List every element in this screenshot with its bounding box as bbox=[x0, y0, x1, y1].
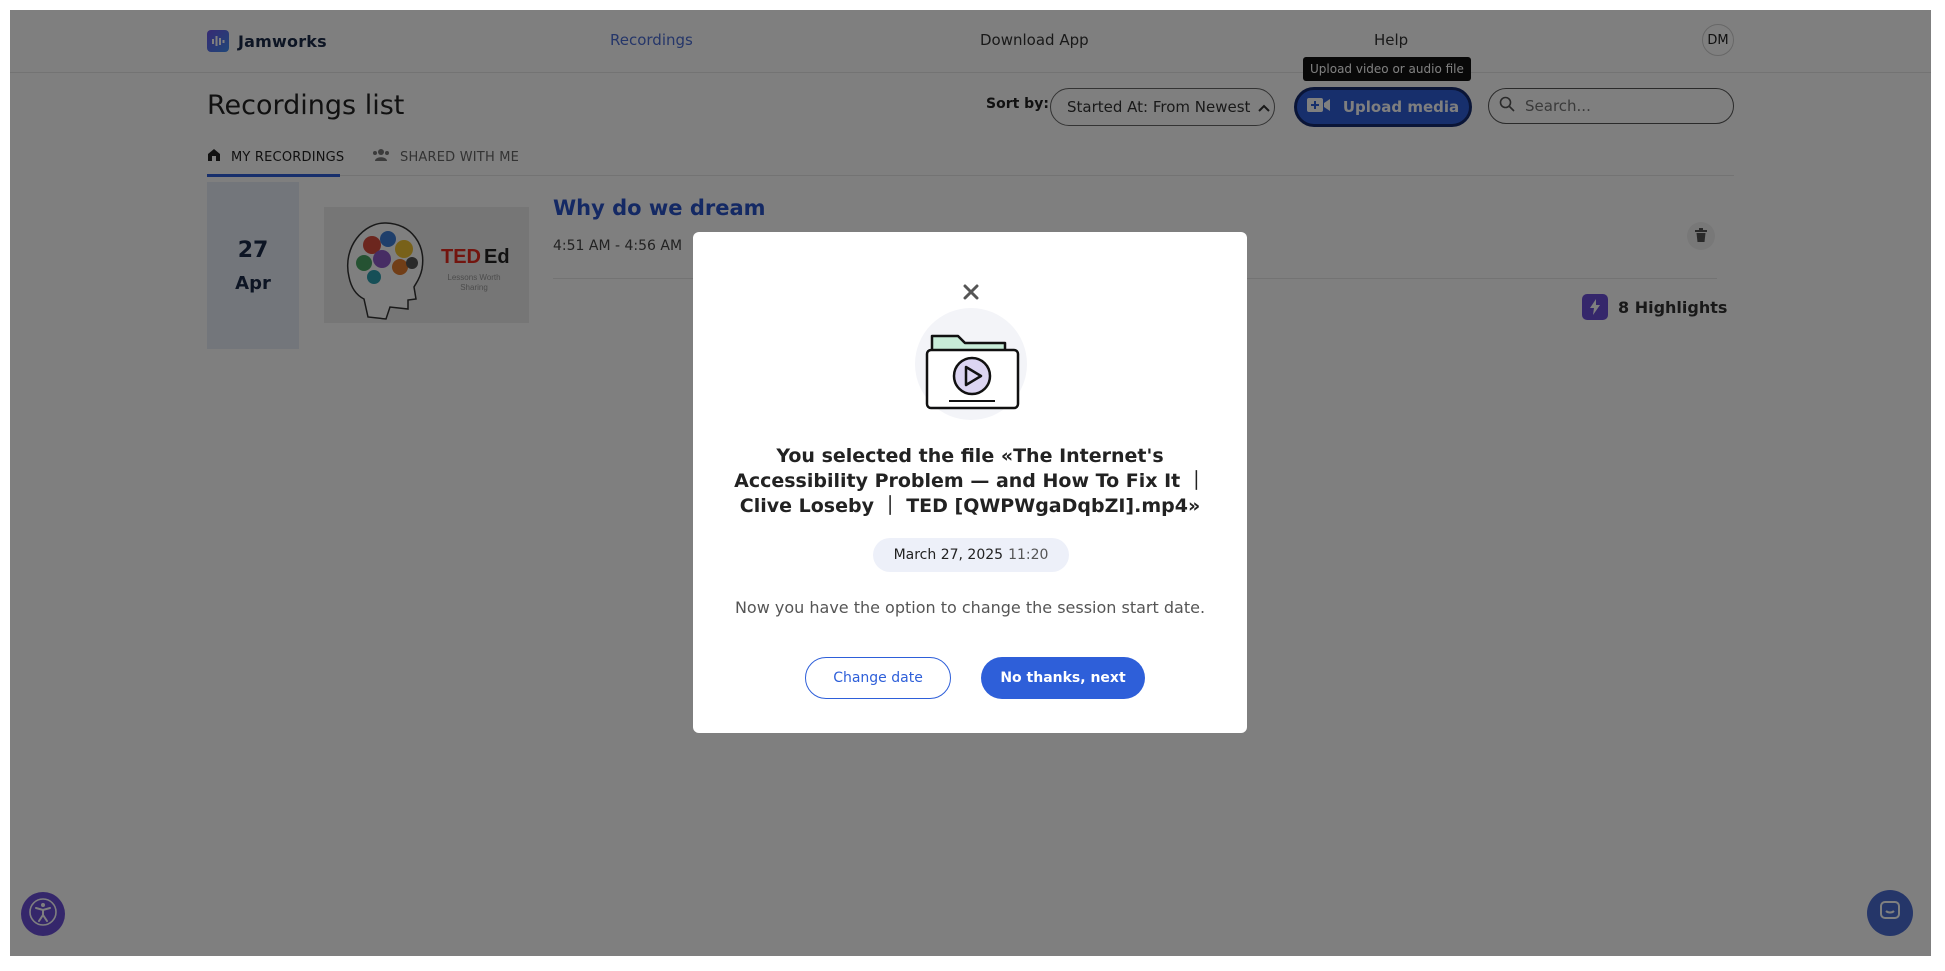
dialog-description: Now you have the option to change the se… bbox=[734, 598, 1206, 617]
folder-illustration bbox=[915, 308, 1027, 420]
session-time: 11:20 bbox=[1008, 547, 1049, 563]
close-icon bbox=[963, 284, 979, 304]
app-window: Jamworks Recordings Download App Help DM… bbox=[10, 10, 1931, 956]
session-date-pill: March 27, 2025 11:20 bbox=[873, 538, 1069, 572]
session-date: March 27, 2025 bbox=[893, 547, 1004, 563]
change-date-button[interactable]: Change date bbox=[805, 657, 951, 699]
date-change-dialog: You selected the file «The Internet's Ac… bbox=[693, 232, 1247, 733]
close-dialog-button[interactable] bbox=[959, 282, 983, 306]
no-thanks-next-button[interactable]: No thanks, next bbox=[981, 657, 1145, 699]
dialog-title: You selected the file «The Internet's Ac… bbox=[734, 445, 1206, 517]
video-folder-icon bbox=[915, 334, 1027, 424]
